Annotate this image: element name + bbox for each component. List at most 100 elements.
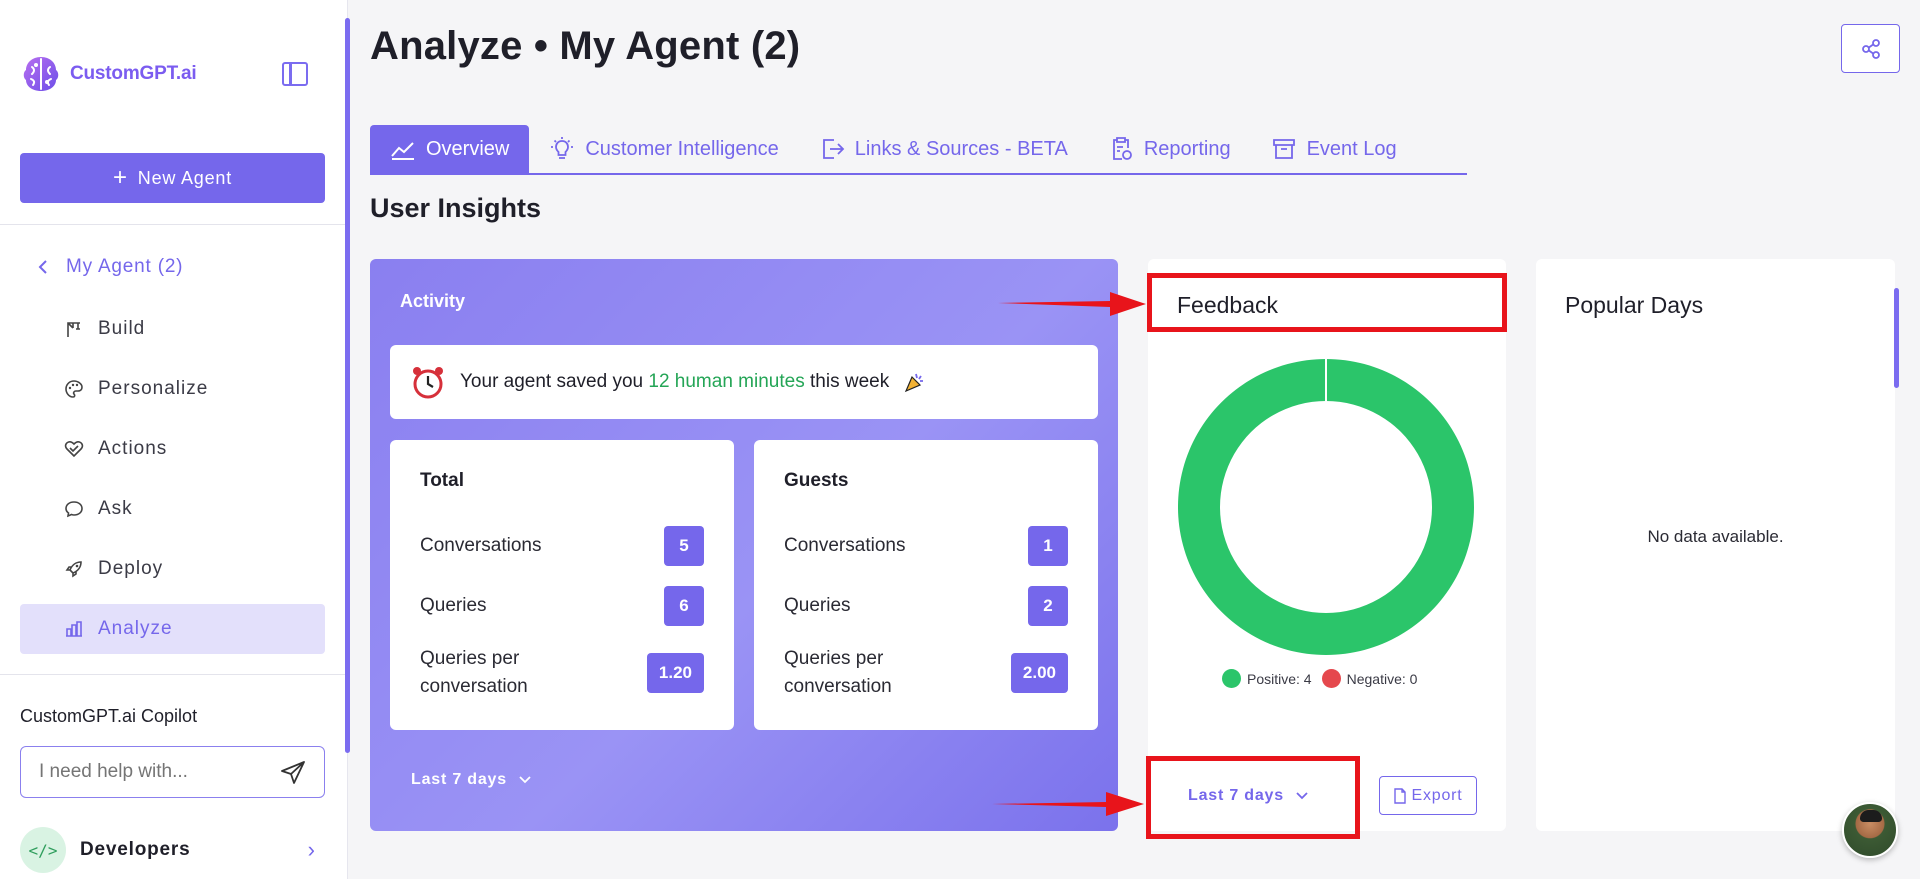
stat-value: 1 <box>1028 526 1068 566</box>
tab-customer-intelligence[interactable]: Customer Intelligence <box>529 125 798 173</box>
sidebar-item-label: Build <box>98 318 146 339</box>
stat-row: Queries 6 <box>420 586 704 626</box>
copilot-title: CustomGPT.ai Copilot <box>20 706 198 726</box>
plus-icon: + <box>112 164 128 191</box>
palette-icon <box>64 379 84 399</box>
stat-value: 6 <box>664 586 704 626</box>
legend-positive: Positive: 4 <box>1247 670 1312 687</box>
legend-negative: Negative: 0 <box>1346 670 1418 687</box>
tab-label: Event Log <box>1306 137 1397 160</box>
chevron-down-icon <box>1296 792 1308 800</box>
brand-name: CustomGPT.ai <box>70 63 197 84</box>
stat-value: 1.20 <box>646 652 704 693</box>
sidebar-item-ask[interactable]: Ask <box>20 484 325 534</box>
share-icon <box>1861 38 1880 59</box>
stat-label: Queries per conversation <box>784 648 892 697</box>
stat-value: 2 <box>1028 586 1068 626</box>
archive-icon <box>1272 139 1295 159</box>
feedback-legend: Positive: 4 Negative: 0 <box>1222 669 1417 688</box>
popular-days-card: Popular Days No data available. <box>1536 259 1895 831</box>
tab-label: Links & Sources - BETA <box>854 137 1068 160</box>
activity-card: Activity Your agent saved you 12 human m… <box>370 259 1118 831</box>
feedback-card: Feedback Positive: 4 Negative: 0 Last 7 … <box>1148 259 1506 831</box>
sidebar: CustomGPT.ai + New Agent My Agent (2) Bu… <box>0 0 348 879</box>
sidebar-divider <box>0 674 348 675</box>
sidebar-item-actions[interactable]: Actions <box>20 424 325 474</box>
support-chat-avatar[interactable] <box>1842 802 1898 858</box>
copilot-input-box <box>20 746 325 798</box>
tab-label: Overview <box>426 137 510 160</box>
send-icon[interactable] <box>280 760 306 786</box>
export-button[interactable]: Export <box>1379 776 1477 815</box>
lightbulb-icon <box>551 137 574 159</box>
sidebar-item-deploy[interactable]: Deploy <box>20 544 325 594</box>
section-title: User Insights <box>370 193 542 223</box>
new-agent-button[interactable]: + New Agent <box>20 153 325 203</box>
time-saved-banner: Your agent saved you 12 human minutes th… <box>390 345 1098 419</box>
chat-bubble-icon <box>64 499 84 519</box>
share-button[interactable] <box>1841 24 1900 73</box>
filter-label: Last 7 days <box>1188 787 1284 804</box>
activity-date-filter[interactable]: Last 7 days <box>411 771 531 789</box>
tab-links-sources[interactable]: Links & Sources - BETA <box>799 125 1088 173</box>
stat-label: Conversations <box>420 535 542 556</box>
sidebar-item-label: Deploy <box>98 558 164 579</box>
sidebar-item-label: Actions <box>98 438 168 459</box>
stat-row: Queries per conversation 1.20 <box>420 645 704 700</box>
new-agent-label: New Agent <box>137 167 233 188</box>
negative-legend-dot <box>1321 669 1341 688</box>
tab-overview[interactable]: Overview <box>370 125 530 173</box>
stat-value: 5 <box>664 526 704 566</box>
brain-logo-icon <box>23 57 59 91</box>
sidebar-item-label: Personalize <box>98 378 209 399</box>
sidebar-item-personalize[interactable]: Personalize <box>20 364 325 414</box>
trend-line-icon <box>391 142 414 160</box>
rocket-icon <box>64 559 84 579</box>
feedback-date-filter[interactable]: Last 7 days <box>1188 787 1308 805</box>
tab-event-log[interactable]: Event Log <box>1251 125 1417 173</box>
brand-logo[interactable]: CustomGPT.ai <box>20 53 197 95</box>
total-title: Total <box>420 470 464 491</box>
heart-handshake-icon <box>64 439 84 459</box>
clipboard-icon <box>1112 137 1132 160</box>
filter-label: Last 7 days <box>411 771 507 788</box>
crane-icon <box>64 319 84 339</box>
party-popper-icon <box>905 373 924 393</box>
feedback-donut-chart <box>1178 359 1474 655</box>
activity-title: Activity <box>400 291 466 311</box>
sidebar-item-label: Analyze <box>98 618 173 639</box>
popular-days-scrollbar[interactable] <box>1894 288 1899 388</box>
guests-stats-card: Guests Conversations 1 Queries 2 Queries… <box>754 440 1098 730</box>
copilot-input[interactable] <box>39 761 269 783</box>
developers-label: Developers <box>80 839 191 860</box>
stat-label: Conversations <box>784 535 906 556</box>
sidebar-item-analyze[interactable]: Analyze <box>20 604 325 654</box>
back-to-agent-link[interactable]: My Agent (2) <box>38 256 183 278</box>
chevron-right-icon: › <box>307 837 315 862</box>
stat-label: Queries <box>420 595 487 616</box>
saved-suffix: this week <box>810 371 890 392</box>
code-icon: </> <box>20 827 66 873</box>
export-icon <box>822 139 845 159</box>
empty-state-text: No data available. <box>1647 527 1784 546</box>
sidebar-toggle-icon[interactable] <box>282 62 308 86</box>
page-title: Analyze • My Agent (2) <box>370 24 801 68</box>
bar-chart-icon <box>64 619 84 639</box>
stat-row: Conversations 5 <box>420 526 704 566</box>
export-label: Export <box>1411 786 1463 804</box>
developers-link[interactable]: </> Developers › <box>20 826 325 874</box>
donut-slice-positive <box>1178 359 1474 655</box>
guests-title: Guests <box>784 470 849 491</box>
file-icon <box>1394 787 1407 804</box>
stat-row: Queries 2 <box>784 586 1068 626</box>
tab-reporting[interactable]: Reporting <box>1088 125 1251 173</box>
sidebar-scrollbar[interactable] <box>345 18 350 753</box>
sidebar-item-build[interactable]: Build <box>20 304 325 354</box>
feedback-title: Feedback <box>1177 292 1279 318</box>
tab-label: Customer Intelligence <box>585 137 779 160</box>
tab-label: Reporting <box>1143 137 1231 160</box>
alarm-clock-icon <box>413 367 443 399</box>
stat-label: Queries per conversation <box>420 648 528 697</box>
stat-value: 2.00 <box>1010 652 1068 693</box>
total-stats-card: Total Conversations 5 Queries 6 Queries … <box>390 440 734 730</box>
